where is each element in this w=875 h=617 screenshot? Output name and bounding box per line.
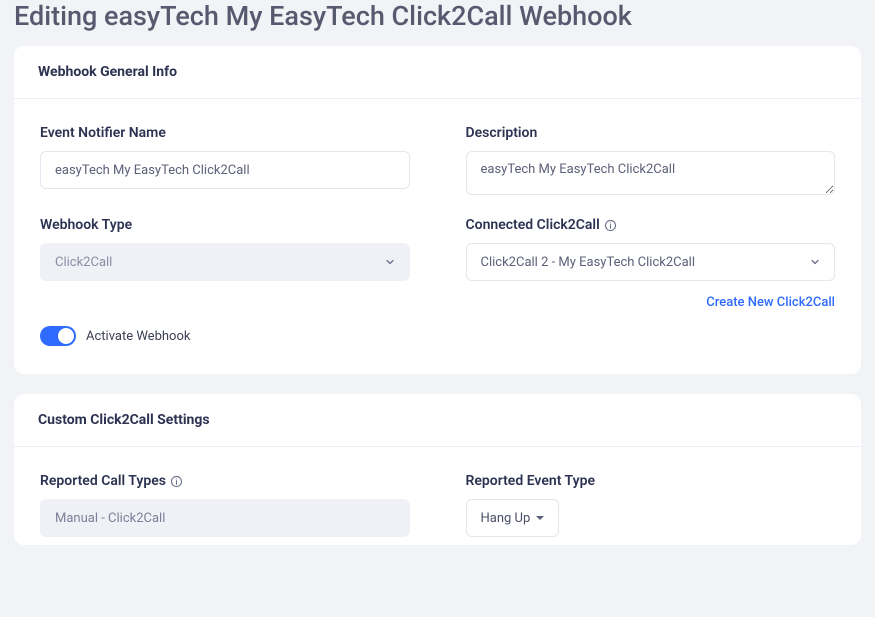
custom-settings-header-title: Custom Click2Call Settings	[38, 412, 837, 428]
info-icon	[604, 219, 617, 232]
reported-event-type-value: Hang Up	[481, 511, 531, 526]
connected-click2call-label: Connected Click2Call	[466, 217, 836, 233]
reported-call-types-label: Reported Call Types	[40, 473, 410, 489]
caret-down-icon	[536, 516, 544, 520]
activate-webhook-toggle[interactable]	[40, 326, 76, 346]
reported-event-type-dropdown[interactable]: Hang Up	[466, 499, 560, 537]
general-info-card: Webhook General Info Event Notifier Name…	[14, 46, 861, 374]
general-info-header-title: Webhook General Info	[38, 64, 837, 80]
reported-call-types-value: Manual - Click2Call	[55, 511, 165, 526]
create-new-click2call-link[interactable]: Create New Click2Call	[706, 295, 835, 310]
general-info-header: Webhook General Info	[14, 46, 861, 99]
custom-settings-header: Custom Click2Call Settings	[14, 394, 861, 447]
reported-event-type-label: Reported Event Type	[466, 473, 836, 489]
description-textarea[interactable]: easyTech My EasyTech Click2Call	[466, 151, 836, 195]
description-label: Description	[466, 125, 836, 141]
activate-webhook-label: Activate Webhook	[86, 329, 190, 344]
event-notifier-input[interactable]	[40, 151, 410, 189]
toggle-knob	[58, 328, 74, 344]
webhook-type-label: Webhook Type	[40, 217, 410, 233]
reported-call-types-select[interactable]: Manual - Click2Call	[40, 499, 410, 537]
custom-settings-card: Custom Click2Call Settings Reported Call…	[14, 394, 861, 545]
info-icon	[170, 475, 183, 488]
webhook-type-value: Click2Call	[55, 255, 112, 270]
event-notifier-label: Event Notifier Name	[40, 125, 410, 141]
connected-click2call-select[interactable]: Click2Call 2 - My EasyTech Click2Call	[466, 243, 836, 281]
page-title: Editing easyTech My EasyTech Click2Call …	[14, 0, 861, 32]
connected-click2call-value: Click2Call 2 - My EasyTech Click2Call	[481, 255, 696, 270]
webhook-type-select[interactable]: Click2Call	[40, 243, 410, 281]
